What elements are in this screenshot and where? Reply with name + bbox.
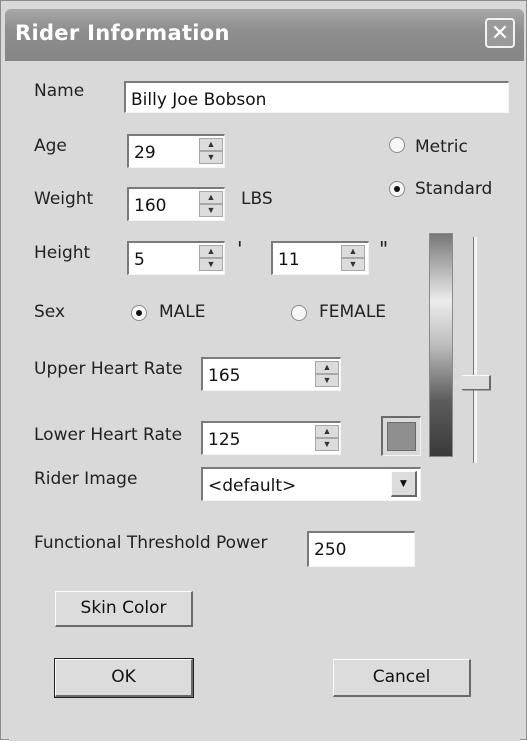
- weight-spinner[interactable]: ▲ ▼: [199, 191, 223, 217]
- name-field[interactable]: Billy Joe Bobson: [124, 81, 509, 113]
- age-value: 29: [134, 143, 156, 163]
- spin-down-icon[interactable]: ▼: [341, 258, 365, 271]
- spin-up-icon[interactable]: ▲: [315, 425, 339, 438]
- upper-heart-rate-spinner[interactable]: ▲ ▼: [315, 361, 339, 387]
- spin-up-icon[interactable]: ▲: [341, 245, 365, 258]
- rider-information-dialog: Rider Information ✕ Name Billy Joe Bobso…: [0, 0, 527, 741]
- skin-color-button[interactable]: Skin Color: [55, 591, 193, 627]
- height-inches-value: 11: [278, 250, 300, 270]
- spin-up-icon[interactable]: ▲: [199, 191, 223, 204]
- spin-up-icon[interactable]: ▲: [315, 361, 339, 374]
- spin-up-icon[interactable]: ▲: [199, 138, 223, 151]
- metric-label: Metric: [415, 137, 468, 157]
- spin-down-icon[interactable]: ▼: [199, 151, 223, 164]
- height-feet-spinner[interactable]: ▲ ▼: [199, 245, 223, 271]
- rider-image-select[interactable]: <default>: [201, 467, 421, 501]
- height-feet-value: 5: [134, 250, 145, 270]
- rider-image-value: <default>: [208, 476, 297, 496]
- lower-heart-rate-label: Lower Heart Rate: [34, 425, 183, 445]
- skin-color-slider-thumb[interactable]: [455, 374, 491, 391]
- metric-radio[interactable]: [389, 137, 405, 153]
- upper-heart-rate-label: Upper Heart Rate: [34, 359, 183, 379]
- spin-down-icon[interactable]: ▼: [199, 204, 223, 217]
- spin-down-icon[interactable]: ▼: [199, 258, 223, 271]
- weight-value: 160: [134, 196, 167, 216]
- cancel-button[interactable]: Cancel: [333, 659, 471, 697]
- inches-mark: ": [379, 237, 389, 261]
- spin-down-icon[interactable]: ▼: [315, 374, 339, 387]
- name-label: Name: [34, 81, 85, 101]
- ok-button[interactable]: OK: [54, 658, 194, 698]
- spin-up-icon[interactable]: ▲: [199, 245, 223, 258]
- ftp-label: Functional Threshold Power: [34, 533, 268, 553]
- female-label: FEMALE: [319, 302, 387, 322]
- close-button[interactable]: ✕: [485, 18, 515, 48]
- height-label: Height: [34, 243, 91, 263]
- ftp-field[interactable]: 250: [307, 531, 415, 567]
- skin-color-swatch-fill: [387, 422, 416, 451]
- height-inches-spinner[interactable]: ▲ ▼: [341, 245, 365, 271]
- sex-label: Sex: [34, 302, 66, 322]
- weight-unit-label: LBS: [241, 189, 273, 209]
- dialog-body: Name Billy Joe Bobson Metric Standard Ag…: [9, 61, 520, 741]
- age-spinner[interactable]: ▲ ▼: [199, 138, 223, 164]
- feet-mark: ': [237, 237, 243, 261]
- chevron-down-icon[interactable]: ▼: [391, 471, 417, 497]
- spin-down-icon[interactable]: ▼: [315, 438, 339, 451]
- skin-color-slider-track[interactable]: [473, 237, 477, 463]
- close-icon: ✕: [490, 20, 510, 45]
- standard-label: Standard: [415, 179, 493, 199]
- skin-color-swatch: [381, 416, 421, 456]
- dialog-title: Rider Information: [15, 21, 230, 45]
- upper-heart-rate-value: 165: [208, 366, 241, 386]
- lower-heart-rate-value: 125: [208, 430, 241, 450]
- skin-color-gradient: [429, 233, 453, 457]
- lower-heart-rate-spinner[interactable]: ▲ ▼: [315, 425, 339, 451]
- weight-label: Weight: [34, 189, 94, 209]
- male-radio[interactable]: [131, 305, 147, 321]
- female-radio[interactable]: [291, 305, 307, 321]
- male-label: MALE: [159, 302, 206, 322]
- standard-radio[interactable]: [389, 181, 405, 197]
- rider-image-label: Rider Image: [34, 469, 138, 489]
- age-label: Age: [34, 136, 67, 156]
